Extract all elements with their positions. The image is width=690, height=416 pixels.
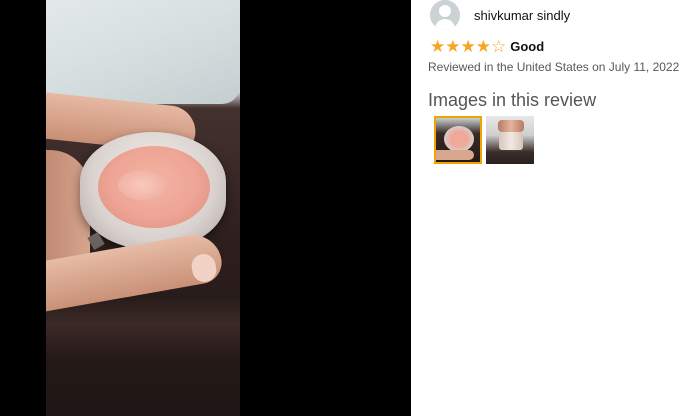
photo-balm-dimple (118, 170, 166, 200)
rating-row: ★ ★ ★ ★ ☆ Good (430, 36, 544, 56)
thumbnail-finger (436, 150, 474, 160)
star-empty-icon: ☆ (491, 36, 507, 56)
reviewer-profile[interactable]: shivkumar sindly (430, 0, 570, 30)
thumbnail-1[interactable] (434, 116, 482, 164)
star-filled-icon: ★ (445, 36, 461, 56)
avatar-body (435, 19, 455, 30)
review-date: Reviewed in the United States on July 11… (428, 60, 680, 74)
star-filled-icon: ★ (460, 36, 476, 56)
review-title[interactable]: Good (510, 39, 544, 54)
thumbnail-strip (434, 116, 538, 164)
thumbnail-lid (498, 120, 524, 132)
avatar-head (439, 5, 451, 17)
avatar-icon (430, 0, 460, 30)
star-filled-icon: ★ (430, 36, 446, 56)
photo-table (46, 300, 240, 360)
thumbnail-jar-body (499, 132, 523, 150)
reviewer-name[interactable]: shivkumar sindly (474, 8, 570, 23)
thumbnail-2[interactable] (486, 116, 534, 164)
star-filled-icon: ★ (475, 36, 491, 56)
thumbnail-jar (444, 126, 474, 152)
star-rating[interactable]: ★ ★ ★ ★ ☆ (430, 38, 506, 55)
photo-background-wall (46, 0, 240, 104)
review-photo (46, 0, 240, 416)
image-viewer (0, 0, 411, 416)
images-heading: Images in this review (428, 90, 597, 110)
